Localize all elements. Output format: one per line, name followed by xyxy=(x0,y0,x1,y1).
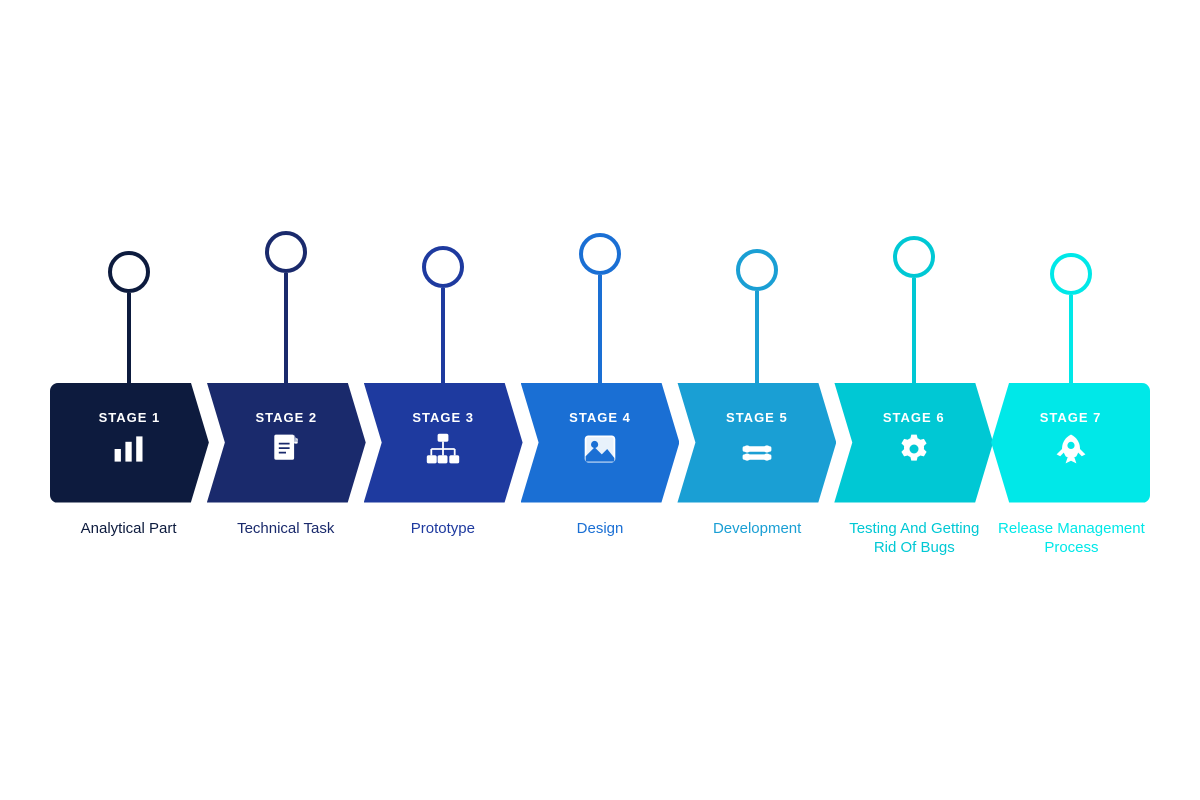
stage-block-stage-3: STAGE 3 xyxy=(364,383,523,503)
stage-block-stage-4: STAGE 4 xyxy=(521,383,680,503)
pin-circle-stage-1 xyxy=(108,251,150,293)
stage-block-stage-1: STAGE 1 xyxy=(50,383,209,503)
stages-row: STAGE 1 STAGE 2 STAGE 3 STAGE 4 STAGE 5 … xyxy=(50,383,1150,503)
stage-label-stage-7: STAGE 7 xyxy=(1040,410,1102,425)
stage-label-stage-5: STAGE 5 xyxy=(726,410,788,425)
pin-stem-stage-4 xyxy=(598,275,602,383)
stage-label-stage-2: STAGE 2 xyxy=(255,410,317,425)
pin-stage-3 xyxy=(364,246,521,383)
label-wrapper-stage-5: Development xyxy=(679,519,836,558)
pin-circle-stage-7 xyxy=(1050,253,1092,295)
label-wrapper-stage-4: Design xyxy=(521,519,678,558)
stage-icon-stage-3 xyxy=(425,431,461,475)
stage-icon-stage-5 xyxy=(739,431,775,475)
pin-stage-1 xyxy=(50,251,207,383)
pin-circle-stage-3 xyxy=(422,246,464,288)
pin-stem-stage-3 xyxy=(441,288,445,383)
stage-label-stage-6: STAGE 6 xyxy=(883,410,945,425)
stage-label-stage-3: STAGE 3 xyxy=(412,410,474,425)
pins-row xyxy=(50,243,1150,383)
pin-stage-6 xyxy=(836,236,993,383)
stage-block-stage-6: STAGE 6 xyxy=(834,383,993,503)
stage-description-stage-3: Prototype xyxy=(411,519,475,539)
pin-stem-stage-5 xyxy=(755,291,759,383)
pin-circle-stage-6 xyxy=(893,236,935,278)
stage-description-stage-2: Technical Task xyxy=(237,519,334,539)
stage-description-stage-4: Design xyxy=(577,519,624,539)
stage-label-stage-1: STAGE 1 xyxy=(99,410,161,425)
pin-stage-7 xyxy=(993,253,1150,383)
label-wrapper-stage-7: Release Management Process xyxy=(993,519,1150,558)
stage-description-stage-6: Testing And Getting Rid Of Bugs xyxy=(840,519,989,558)
pin-stage-2 xyxy=(207,231,364,383)
pin-circle-stage-2 xyxy=(265,231,307,273)
label-wrapper-stage-2: Technical Task xyxy=(207,519,364,558)
pin-stem-stage-6 xyxy=(912,278,916,383)
stage-label-stage-4: STAGE 4 xyxy=(569,410,631,425)
stage-description-stage-5: Development xyxy=(713,519,801,539)
pin-stage-5 xyxy=(679,249,836,383)
pin-circle-stage-4 xyxy=(579,233,621,275)
pin-stem-stage-1 xyxy=(127,293,131,383)
pin-circle-stage-5 xyxy=(736,249,778,291)
stage-block-stage-5: STAGE 5 xyxy=(677,383,836,503)
labels-row: Analytical Part Technical Task Prototype De… xyxy=(50,519,1150,558)
label-wrapper-stage-6: Testing And Getting Rid Of Bugs xyxy=(836,519,993,558)
stage-icon-stage-1 xyxy=(111,431,147,475)
stage-description-stage-1: Analytical Part xyxy=(81,519,177,539)
stage-icon-stage-2 xyxy=(268,431,304,475)
stage-icon-stage-6 xyxy=(896,431,932,475)
pin-stage-4 xyxy=(521,233,678,383)
diagram-container: STAGE 1 STAGE 2 STAGE 3 STAGE 4 STAGE 5 … xyxy=(50,243,1150,558)
stage-block-stage-7: STAGE 7 xyxy=(991,383,1150,503)
pin-stem-stage-7 xyxy=(1069,295,1073,383)
stage-block-stage-2: STAGE 2 xyxy=(207,383,366,503)
pin-stem-stage-2 xyxy=(284,273,288,383)
stage-icon-stage-4 xyxy=(582,431,618,475)
label-wrapper-stage-1: Analytical Part xyxy=(50,519,207,558)
stage-icon-stage-7 xyxy=(1053,431,1089,475)
stage-description-stage-7: Release Management Process xyxy=(997,519,1146,558)
label-wrapper-stage-3: Prototype xyxy=(364,519,521,558)
